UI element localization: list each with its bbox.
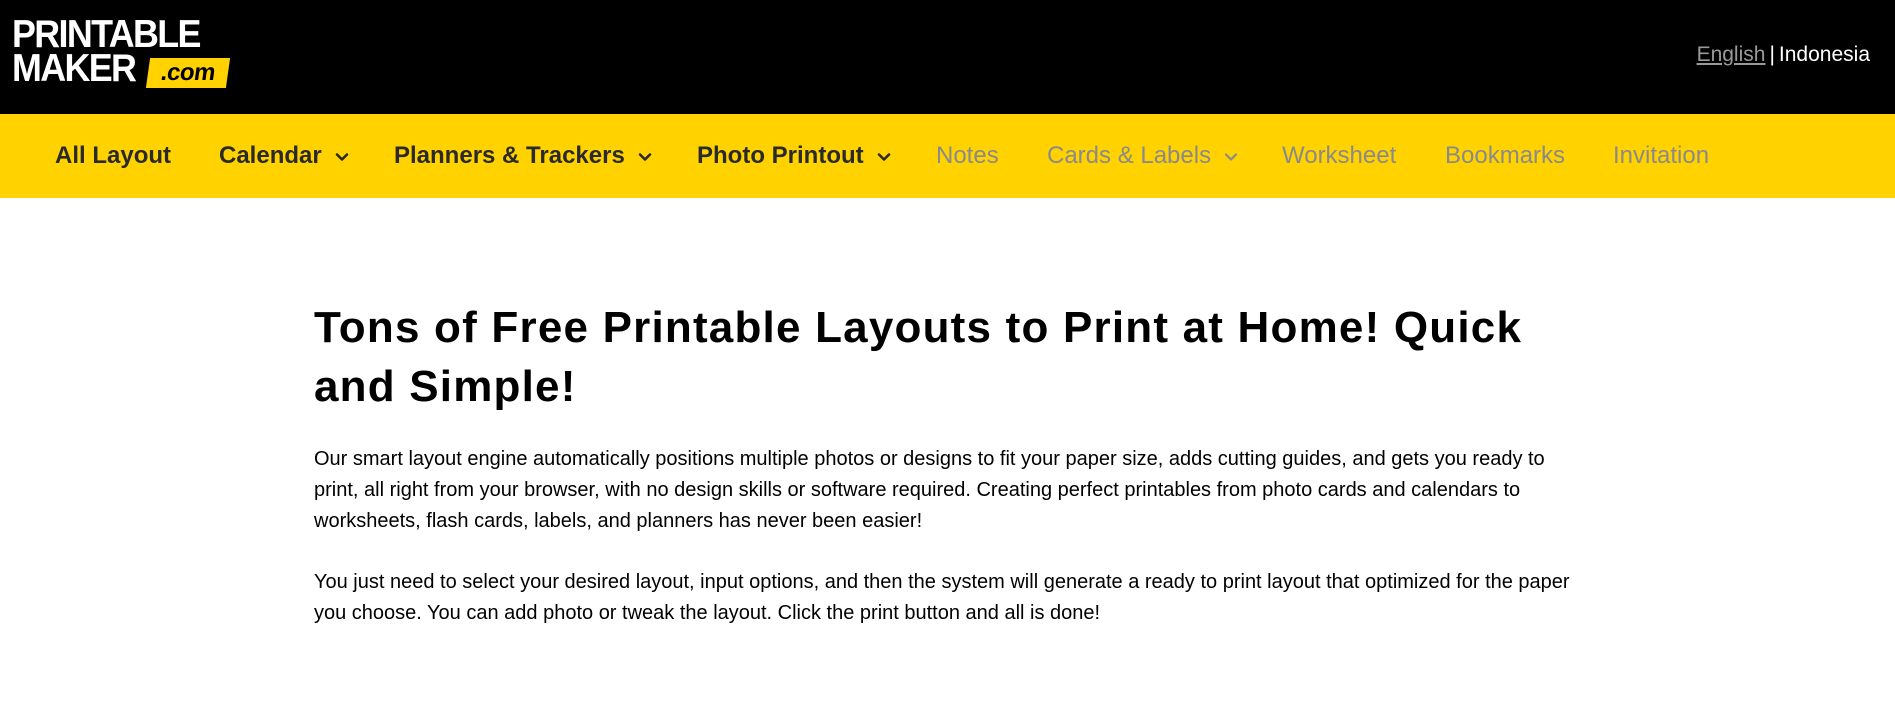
main-content: Tons of Free Printable Layouts to Print … (314, 298, 1604, 629)
nav-item-label: Photo Printout (697, 142, 864, 169)
nav-item-label: All Layout (55, 142, 172, 169)
nav-item-label: Worksheet (1282, 142, 1397, 169)
chevron-down-icon (876, 149, 892, 165)
nav-item-notes[interactable]: Notes (936, 114, 999, 198)
logo-domain-badge: .com (145, 58, 231, 88)
nav-item-label: Bookmarks (1445, 142, 1566, 169)
language-separator: | (1769, 43, 1775, 66)
language-indonesia-link[interactable]: Indonesia (1779, 43, 1870, 66)
main-nav: All Layout Calendar Planners & Trackers … (0, 114, 1895, 198)
logo-text-line2: MAKER (12, 47, 137, 90)
nav-item-invitation[interactable]: Invitation (1613, 114, 1709, 198)
chevron-down-icon (334, 149, 350, 165)
nav-item-label: Planners & Trackers (394, 142, 625, 169)
nav-item-label: Calendar (219, 142, 322, 169)
site-logo[interactable]: PRINTABLE MAKER .com (12, 15, 231, 90)
top-header: PRINTABLE MAKER .com English | Indonesia (0, 0, 1895, 114)
language-english-link[interactable]: English (1697, 43, 1766, 66)
nav-item-calendar[interactable]: Calendar (219, 114, 350, 198)
nav-item-bookmarks[interactable]: Bookmarks (1445, 114, 1565, 198)
nav-item-label: Cards & Labels (1047, 142, 1212, 169)
nav-item-planners-trackers[interactable]: Planners & Trackers (394, 114, 653, 198)
nav-item-label: Invitation (1613, 142, 1710, 169)
chevron-down-icon (1223, 149, 1239, 165)
nav-item-cards-labels[interactable]: Cards & Labels (1047, 114, 1239, 198)
nav-item-worksheet[interactable]: Worksheet (1282, 114, 1396, 198)
nav-item-label: Notes (936, 142, 999, 169)
page-title: Tons of Free Printable Layouts to Print … (314, 303, 1523, 411)
chevron-down-icon (637, 149, 653, 165)
nav-item-all-layout[interactable]: All Layout (55, 114, 171, 198)
language-switcher: English | Indonesia (1697, 41, 1870, 69)
instructions-paragraph: You just need to select your desired lay… (314, 571, 1570, 624)
nav-item-photo-printout[interactable]: Photo Printout (697, 114, 892, 198)
intro-paragraph: Our smart layout engine automatically po… (314, 448, 1545, 532)
